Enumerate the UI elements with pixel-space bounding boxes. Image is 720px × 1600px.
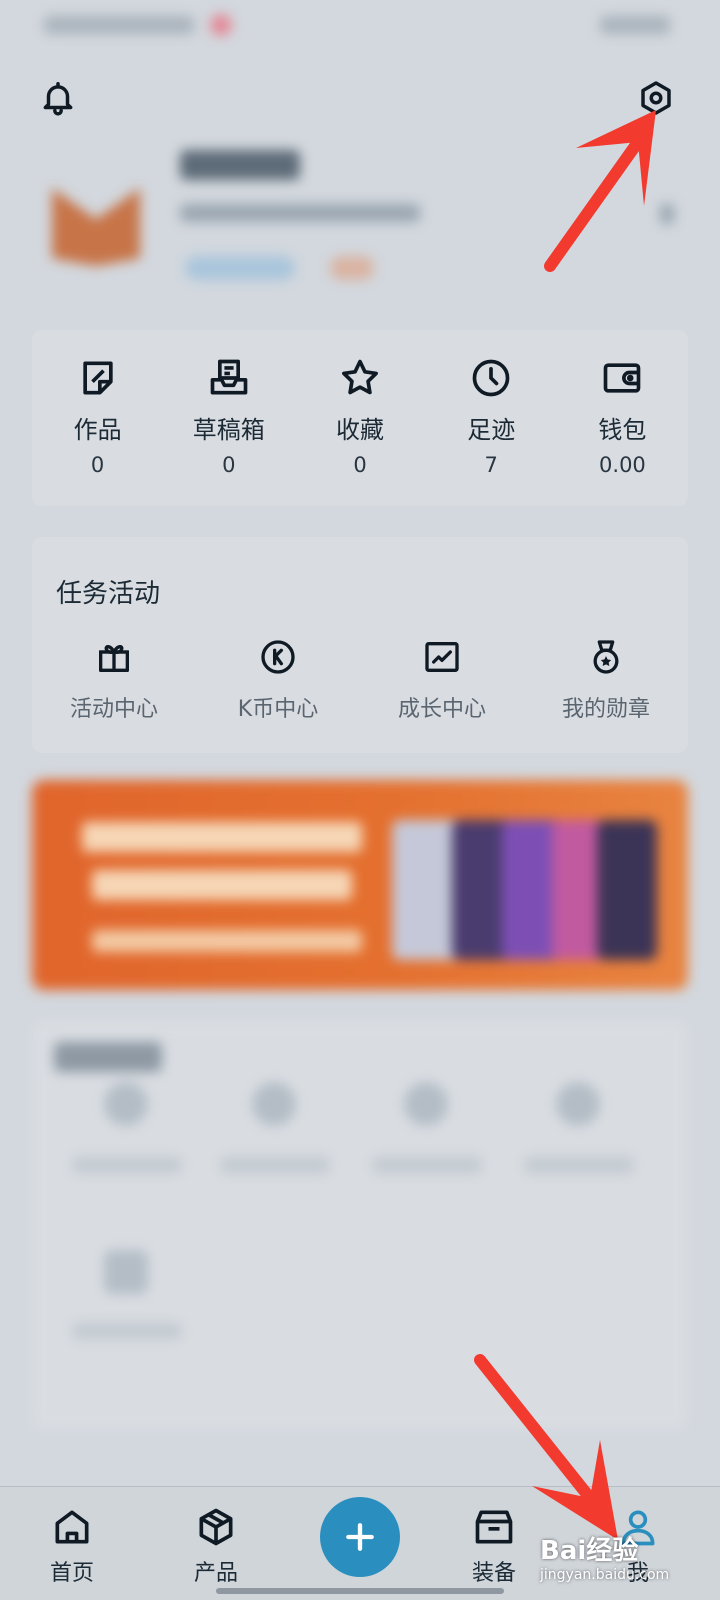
avatar[interactable] <box>50 180 142 272</box>
tab-home[interactable]: 首页 <box>22 1505 122 1587</box>
plus-icon <box>346 1523 374 1551</box>
task-k-coin-center[interactable]: K币中心 <box>196 637 360 723</box>
watermark-url: jingyan.baidu.com <box>540 1567 670 1583</box>
tab-gear[interactable]: 装备 <box>444 1505 544 1587</box>
task-activity-center[interactable]: 活动中心 <box>32 637 196 723</box>
stat-drafts[interactable]: 草稿箱 0 <box>163 330 294 506</box>
stat-label: 作品 <box>73 416 122 444</box>
wallet-icon <box>604 363 641 393</box>
stat-value: 7 <box>484 453 498 477</box>
bell-icon <box>43 82 73 116</box>
stat-value: 0.00 <box>599 453 646 477</box>
tab-products[interactable]: 产品 <box>166 1505 266 1587</box>
stat-label: 钱包 <box>598 416 647 444</box>
stat-label: 收藏 <box>336 416 384 444</box>
stat-value: 0 <box>353 453 367 477</box>
status-bar <box>0 0 720 50</box>
home-icon <box>55 1510 89 1544</box>
task-label: 活动中心 <box>69 697 158 722</box>
medal-icon <box>593 640 619 674</box>
create-post-button[interactable] <box>320 1497 400 1577</box>
tab-label: 首页 <box>49 1561 94 1586</box>
drafts-inbox-icon <box>210 359 248 395</box>
watermark: Bai经验 jingyan.baidu.com <box>540 1530 669 1583</box>
tab-label: 装备 <box>471 1561 516 1586</box>
stat-label: 足迹 <box>467 416 516 444</box>
tab-label: 产品 <box>193 1561 238 1586</box>
tasks-card: 任务活动 活动中心 K币中心 成长中心 我的勋章 <box>32 537 688 753</box>
section-title: 任务活动 <box>56 579 161 609</box>
task-growth-center[interactable]: 成长中心 <box>360 637 524 723</box>
edit-note-icon <box>82 361 113 395</box>
stat-history[interactable]: 足迹 7 <box>426 330 557 506</box>
stat-wallet[interactable]: 钱包 0.00 <box>557 330 688 506</box>
notification-bell-button[interactable] <box>34 74 82 122</box>
more-functions-card <box>32 1020 688 1430</box>
k-coin-icon <box>261 640 295 674</box>
cube-icon <box>199 1508 233 1546</box>
box-icon <box>475 1510 513 1544</box>
stats-card: 作品 0 草稿箱 0 收藏 0 足迹 7 钱包 0.00 <box>32 330 688 506</box>
star-icon <box>342 359 378 395</box>
gift-icon <box>99 645 129 672</box>
stat-favorites[interactable]: 收藏 0 <box>294 330 425 506</box>
settings-hexagon-icon <box>641 81 671 115</box>
promo-banner[interactable] <box>32 780 688 990</box>
task-my-medals[interactable]: 我的勋章 <box>524 637 688 723</box>
stat-label: 草稿箱 <box>192 416 265 444</box>
task-label: K币中心 <box>237 697 319 722</box>
profile-header[interactable] <box>50 140 690 290</box>
growth-chart-icon <box>425 642 459 672</box>
stat-value: 0 <box>90 453 105 477</box>
task-label: 我的勋章 <box>561 697 650 722</box>
home-indicator <box>216 1588 504 1594</box>
task-label: 成长中心 <box>397 697 486 722</box>
settings-button[interactable] <box>632 74 680 122</box>
watermark-brand: Bai经验 <box>540 1536 639 1566</box>
stat-works[interactable]: 作品 0 <box>32 330 163 506</box>
clock-icon <box>472 359 510 397</box>
stat-value: 0 <box>222 453 236 477</box>
